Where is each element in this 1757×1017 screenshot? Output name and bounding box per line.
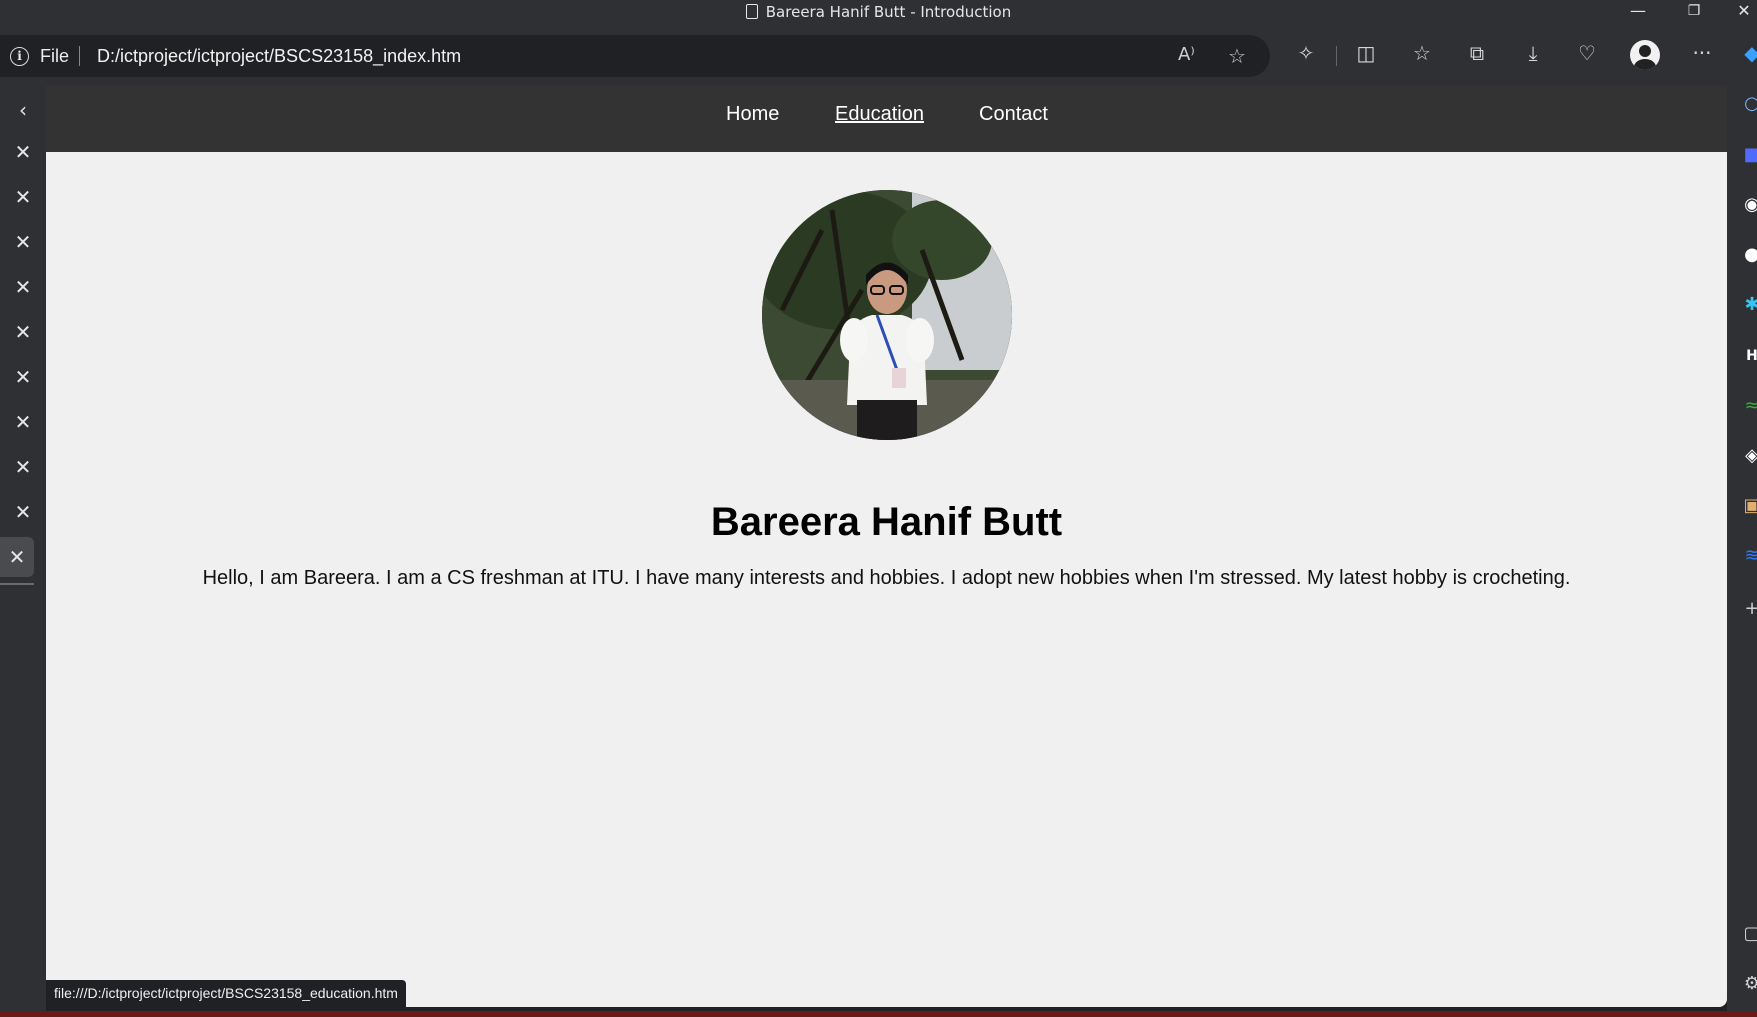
tab-close-button[interactable]: ✕ <box>0 177 46 217</box>
extensions-icon[interactable]: ✧ <box>1291 38 1321 68</box>
tab-close-button-active[interactable]: ✕ <box>0 537 34 577</box>
sidebar-settings-icon[interactable]: ⚙ <box>1740 972 1757 996</box>
site-navigation: Home Education Contact <box>46 86 1727 152</box>
window-title: Bareera Hanif Butt - Introduction <box>0 3 1757 21</box>
document-icon <box>745 4 758 19</box>
copilot-icon[interactable]: ◆ <box>1737 38 1757 68</box>
nav-contact-link[interactable]: Contact <box>979 103 1048 126</box>
chevron-left-icon[interactable]: ‹ <box>0 90 46 130</box>
restore-button[interactable]: ❐ <box>1672 0 1716 24</box>
profile-photo <box>762 190 1012 440</box>
minimize-button[interactable]: — <box>1616 0 1660 24</box>
tab-close-button[interactable]: ✕ <box>0 402 46 442</box>
add-sidebar-app-icon[interactable]: + <box>1740 597 1757 621</box>
tab-divider <box>0 583 34 585</box>
toolbar-separator <box>1336 46 1337 66</box>
tab-close-button[interactable]: ✕ <box>0 447 46 487</box>
address-separator <box>79 46 80 66</box>
outlook-icon[interactable]: ■ <box>1740 143 1757 167</box>
page-viewport: Home Education Contact Bareera Hanif But… <box>46 86 1727 1007</box>
nav-home-link[interactable]: Home <box>726 103 779 126</box>
tab-close-button[interactable]: ✕ <box>0 357 46 397</box>
tab-close-button[interactable]: ✕ <box>0 132 46 172</box>
profile-avatar[interactable] <box>1630 40 1660 70</box>
azure-icon[interactable]: ≋ <box>1740 544 1757 568</box>
intro-paragraph: Hello, I am Bareera. I am a CS freshman … <box>202 567 1571 589</box>
link-preview-status: file:///D:/ictproject/ictproject/BSCS231… <box>46 980 406 1007</box>
medium-icon[interactable]: ● <box>1740 243 1757 267</box>
tab-close-button[interactable]: ✕ <box>0 267 46 307</box>
app-icon[interactable]: ▣ <box>1740 494 1757 518</box>
vertical-tabs-panel: ‹ ✕ ✕ ✕ ✕ ✕ ✕ ✕ ✕ ✕ ✕ <box>0 86 46 1017</box>
scheme-label: File <box>40 46 70 66</box>
url-text[interactable]: D:/ictproject/ictproject/BSCS23158_index… <box>97 46 461 67</box>
search-icon[interactable]: ○ <box>1740 92 1757 116</box>
vscode-icon[interactable]: ◈ <box>1740 444 1757 468</box>
github-icon[interactable]: ◉ <box>1740 193 1757 217</box>
collections-icon[interactable]: ⧉ <box>1462 38 1492 68</box>
page-title: Bareera Hanif Butt <box>710 500 1063 544</box>
link-icon[interactable]: ≈ <box>1740 394 1757 418</box>
nav-education-link[interactable]: Education <box>835 103 924 126</box>
sidebar-window-icon[interactable]: ▢ <box>1740 922 1757 946</box>
more-menu-icon[interactable]: ··· <box>1687 38 1717 68</box>
slack-icon[interactable]: ✱ <box>1740 293 1757 317</box>
read-aloud-icon[interactable]: A⁾ <box>1178 44 1195 65</box>
close-window-button[interactable]: ✕ <box>1722 0 1757 24</box>
hackerrank-icon[interactable]: H <box>1740 344 1757 368</box>
tab-close-button[interactable]: ✕ <box>0 312 46 352</box>
downloads-icon[interactable]: ⤓ <box>1518 38 1548 68</box>
split-screen-icon[interactable]: ◫ <box>1351 38 1381 68</box>
browser-toolbar: i File D:/ictproject/ictproject/BSCS2315… <box>0 24 1757 86</box>
info-icon[interactable]: i <box>10 47 29 66</box>
window-title-bar: Bareera Hanif Butt - Introduction — ❐ ✕ <box>0 0 1757 24</box>
taskbar-edge <box>0 1011 1757 1017</box>
browser-essentials-icon[interactable]: ♡ <box>1572 38 1602 68</box>
tab-close-button[interactable]: ✕ <box>0 222 46 262</box>
favorite-star-icon[interactable]: ☆ <box>1228 44 1246 68</box>
tab-close-button[interactable]: ✕ <box>0 492 46 532</box>
address-bar[interactable]: i File D:/ictproject/ictproject/BSCS2315… <box>0 35 1270 77</box>
favorites-icon[interactable]: ☆ <box>1407 38 1437 68</box>
